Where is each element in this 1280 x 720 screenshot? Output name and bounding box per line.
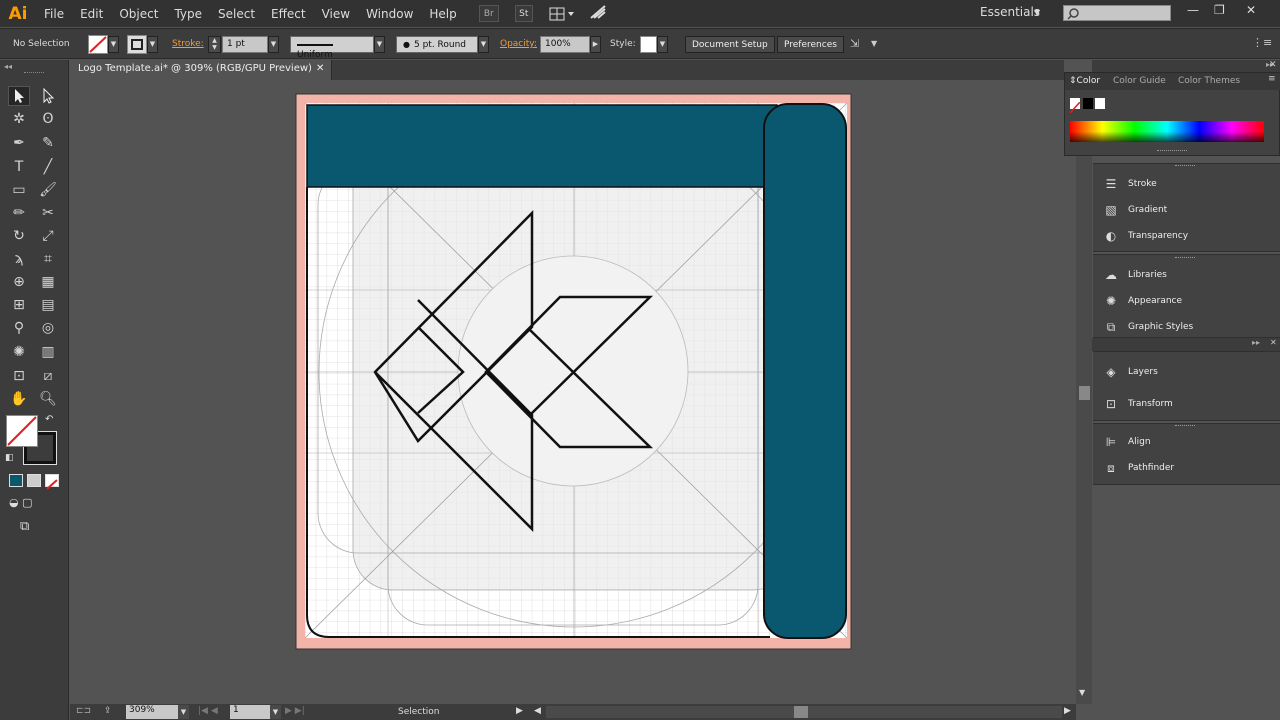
current-tool-label: Selection <box>398 707 440 717</box>
black-swatch[interactable] <box>1083 98 1093 109</box>
dock-header-2: ▸▸ ✕ <box>1092 338 1280 351</box>
none-swatch[interactable] <box>1069 98 1081 114</box>
status-menu-arrow[interactable]: ▶ <box>516 706 523 716</box>
panel-gradient[interactable]: ▧ Gradient <box>1102 203 1167 217</box>
panel-align[interactable]: ⊫ Align <box>1102 435 1151 449</box>
close-panel-icon[interactable]: ✕ <box>1269 60 1277 70</box>
panel-graphic-styles[interactable]: ⧉ Graphic Styles <box>1102 319 1194 334</box>
color-panel-menu-icon[interactable]: ≡ <box>1268 74 1276 84</box>
tab-color-guide[interactable]: Color Guide <box>1113 76 1166 86</box>
gradient-icon: ▧ <box>1105 203 1117 217</box>
appearance-icon: ✺ <box>1105 294 1117 308</box>
color-spectrum[interactable] <box>1070 121 1264 142</box>
panel-pathfinder[interactable]: ⧈ Pathfinder <box>1102 461 1174 475</box>
color-panel-grip[interactable] <box>1157 150 1187 151</box>
scroll-right-icon[interactable]: ▶ <box>1064 706 1071 716</box>
panel-appearance[interactable]: ✺ Appearance <box>1102 294 1182 308</box>
close-panel-group-icon[interactable]: ✕ <box>1270 338 1277 347</box>
layers-icon: ◈ <box>1106 365 1116 379</box>
horizontal-scrollbar[interactable] <box>546 706 1062 718</box>
horizontal-scroll-thumb[interactable] <box>794 706 808 718</box>
artboard-artwork <box>295 93 852 650</box>
zoom-field[interactable]: 309% <box>126 705 178 719</box>
control-panel-menu-icon[interactable]: ⋮≡ <box>1252 36 1272 49</box>
expand-panels-icon[interactable]: ▸▸ <box>1252 338 1260 347</box>
panel-group-grip[interactable] <box>1175 257 1195 258</box>
panel-layers[interactable]: ◈ Layers <box>1102 365 1157 379</box>
white-swatch[interactable] <box>1095 98 1105 109</box>
zoom-dropdown[interactable]: ▼ <box>178 705 189 719</box>
panel-transparency[interactable]: ◐ Transparency <box>1102 229 1188 243</box>
panel-group-grip[interactable] <box>1175 425 1195 426</box>
vertical-scroll-thumb[interactable] <box>1079 386 1090 400</box>
search-input[interactable] <box>1063 5 1171 21</box>
teal-header-bar <box>306 104 778 188</box>
transparency-icon: ◐ <box>1105 229 1117 243</box>
artboard-number-field[interactable]: 1 <box>230 705 270 719</box>
artboard-dropdown[interactable]: ▼ <box>270 705 281 719</box>
graphic-styles-icon: ⧉ <box>1106 319 1116 334</box>
color-panel: ⇕Color Color Guide Color Themes ≡ <box>1064 72 1280 156</box>
stroke-icon: ☰ <box>1105 177 1117 191</box>
share-icon[interactable]: ⇪ <box>104 706 112 716</box>
color-panel-tabs: ⇕Color Color Guide Color Themes ≡ <box>1065 73 1280 90</box>
panel-group-grip[interactable] <box>1175 165 1195 166</box>
pathfinder-icon: ⧈ <box>1107 460 1115 475</box>
panel-transform[interactable]: ⊡ Transform <box>1102 397 1173 411</box>
close-button[interactable]: ✕ <box>1246 3 1256 17</box>
tab-color-themes[interactable]: Color Themes <box>1178 76 1240 86</box>
panel-libraries[interactable]: ☁ Libraries <box>1102 268 1167 282</box>
vertical-scrollbar[interactable]: ▼ <box>1076 80 1092 704</box>
dock-header: ▸▸ <box>1092 60 1280 72</box>
minimize-button[interactable]: — <box>1187 3 1199 17</box>
restore-button[interactable]: ❐ <box>1214 3 1225 17</box>
status-bar: ⊏⊐ ⇪ 309% ▼ |◀ ◀ 1 ▼ ▶ ▶| Selection ▶ ◀ … <box>70 704 1076 720</box>
scroll-left-icon[interactable]: ◀ <box>534 706 541 716</box>
artboard-nav-icon[interactable]: ⊏⊐ <box>76 706 91 716</box>
panel-stroke[interactable]: ☰ Stroke <box>1102 177 1157 191</box>
first-artboard-icon[interactable]: |◀ ◀ <box>198 706 218 716</box>
transform-icon: ⊡ <box>1105 397 1117 411</box>
align-icon: ⊫ <box>1105 435 1117 449</box>
tab-color[interactable]: ⇕Color <box>1069 76 1100 86</box>
next-artboard-icon[interactable]: ▶ ▶| <box>285 706 305 716</box>
libraries-icon: ☁ <box>1105 268 1117 282</box>
teal-side-bar <box>763 103 847 639</box>
panel-group-align <box>1093 423 1280 485</box>
scroll-down-icon[interactable]: ▼ <box>1079 688 1085 697</box>
